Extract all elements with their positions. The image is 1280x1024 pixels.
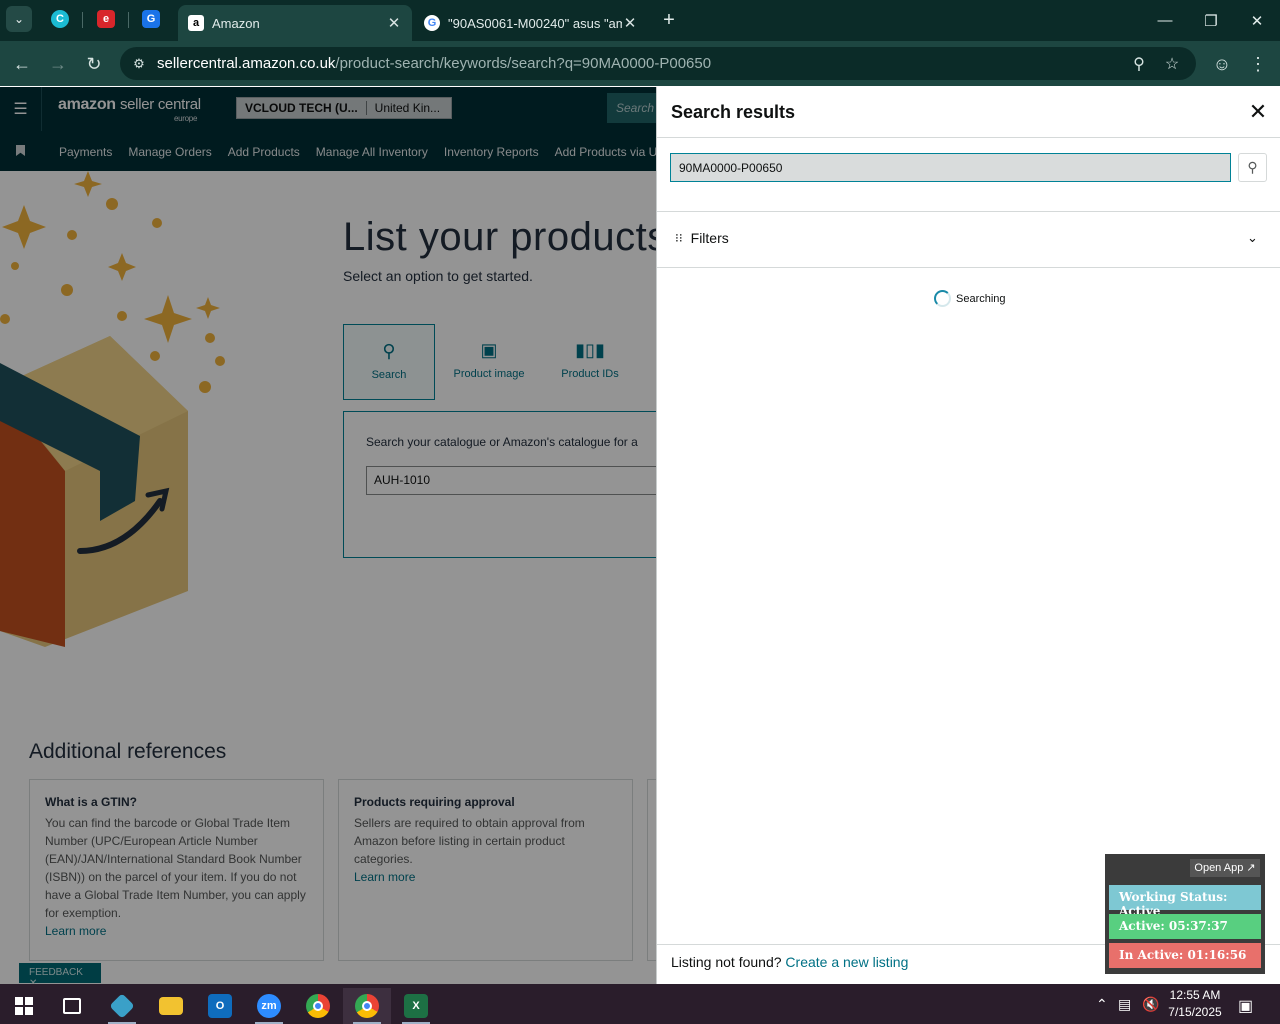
close-tab-icon[interactable]: ✕ xyxy=(386,14,402,32)
app-icon[interactable] xyxy=(98,988,146,1024)
windows-taskbar: O zm X ⌃ ▤ 🔇 12:55 AM 7/15/2025 ▣ xyxy=(0,984,1280,1024)
close-tab-icon[interactable]: ✕ xyxy=(622,14,638,32)
new-tab-button[interactable]: + xyxy=(658,9,680,31)
results-search-input[interactable]: 90MA0000-P00650 xyxy=(670,153,1231,182)
outlook-icon[interactable]: O xyxy=(196,988,244,1024)
notifications-icon[interactable]: ▣ xyxy=(1238,996,1253,1016)
file-explorer-icon[interactable] xyxy=(147,988,195,1024)
divider xyxy=(657,211,1280,212)
zoom-icon[interactable]: zm xyxy=(245,988,293,1024)
address-bar[interactable]: ⚙ sellercentral.amazon.co.uk/product-sea… xyxy=(120,47,1196,80)
pinned-tab-icon[interactable]: G xyxy=(142,10,160,28)
amazon-favicon-icon: a xyxy=(188,15,204,31)
inactive-time: In Active: 01:16:56 xyxy=(1109,943,1261,968)
drawer-title: Search results xyxy=(671,102,796,122)
tab-amazon[interactable]: a Amazon ✕ xyxy=(178,5,412,41)
task-view-icon[interactable] xyxy=(48,988,96,1024)
open-app-button[interactable]: Open App ↗ xyxy=(1190,859,1260,877)
filters-toggle[interactable]: ⁝⁝ Filters xyxy=(675,230,729,246)
profile-icon[interactable]: ☺ xyxy=(1209,51,1235,77)
close-icon[interactable]: ✕ xyxy=(1247,101,1269,123)
divider xyxy=(657,137,1280,138)
search-icon[interactable]: ⚲ xyxy=(1238,153,1267,182)
tab-search-button[interactable]: ⌄ xyxy=(6,6,32,32)
tab-title: "90AS0061-M00240" asus "ama xyxy=(448,15,622,31)
chevron-down-icon[interactable]: ⌄ xyxy=(1247,230,1258,246)
active-time: Active: 05:37:37 xyxy=(1109,914,1261,939)
drawer-footer: Listing not found? Create a new listing xyxy=(671,954,909,970)
working-status: Working Status: Active xyxy=(1109,885,1261,918)
clock-time: 12:55 AM xyxy=(1169,988,1221,1002)
tab-title: Amazon xyxy=(212,15,260,31)
site-info-icon[interactable]: ⚙ xyxy=(128,53,150,75)
chevron-up-icon[interactable]: ⌃ xyxy=(1096,996,1108,1013)
loading-indicator: Searching xyxy=(934,290,1006,307)
modal-backdrop[interactable] xyxy=(0,87,656,984)
restore-button[interactable]: ❐ xyxy=(1188,0,1234,41)
tab-separator xyxy=(82,12,83,28)
divider xyxy=(657,267,1280,268)
clock-date: 7/15/2025 xyxy=(1168,1005,1222,1019)
browser-tab-strip: ⌄ C e G a Amazon ✕ G "90AS0061-M00240" a… xyxy=(0,0,1280,41)
forward-button[interactable]: → xyxy=(45,51,71,77)
minimize-button[interactable]: — xyxy=(1142,0,1188,41)
zoom-icon[interactable]: ⚲ xyxy=(1129,54,1149,74)
chrome-profile-icon[interactable] xyxy=(343,988,391,1024)
create-listing-link[interactable]: Create a new listing xyxy=(785,954,908,970)
excel-icon[interactable]: X xyxy=(392,988,440,1024)
url-text[interactable]: sellercentral.amazon.co.uk/product-searc… xyxy=(157,55,711,72)
reload-button[interactable]: ↻ xyxy=(81,51,107,77)
tab-google-search[interactable]: G "90AS0061-M00240" asus "ama ✕ xyxy=(414,5,648,41)
bookmark-star-icon[interactable]: ☆ xyxy=(1162,54,1182,74)
menu-kebab-icon[interactable]: ⋮ xyxy=(1245,51,1271,77)
time-tracker-widget: Open App ↗ Working Status: Active Active… xyxy=(1105,854,1265,974)
browser-toolbar: ← → ↻ ⚙ sellercentral.amazon.co.uk/produ… xyxy=(0,41,1280,86)
spinner-icon xyxy=(934,290,951,307)
filters-label: Filters xyxy=(690,230,729,246)
tab-separator xyxy=(128,12,129,28)
google-favicon-icon: G xyxy=(424,15,440,31)
chrome-icon[interactable] xyxy=(294,988,342,1024)
volume-muted-icon[interactable]: 🔇 xyxy=(1142,996,1159,1013)
start-icon[interactable] xyxy=(0,988,48,1024)
pinned-tab-icon[interactable]: e xyxy=(97,10,115,28)
sliders-icon: ⁝⁝ xyxy=(675,231,683,245)
network-icon[interactable]: ▤ xyxy=(1118,996,1131,1013)
close-window-button[interactable]: ✕ xyxy=(1234,0,1280,41)
pinned-tab-icon[interactable]: C xyxy=(51,10,69,28)
taskbar-clock[interactable]: 12:55 AM 7/15/2025 xyxy=(1162,987,1228,1021)
search-results-drawer: Search results ✕ 90MA0000-P00650 ⚲ ⁝⁝ Fi… xyxy=(656,87,1280,984)
back-button[interactable]: ← xyxy=(9,51,35,77)
loading-text: Searching xyxy=(956,292,1006,305)
